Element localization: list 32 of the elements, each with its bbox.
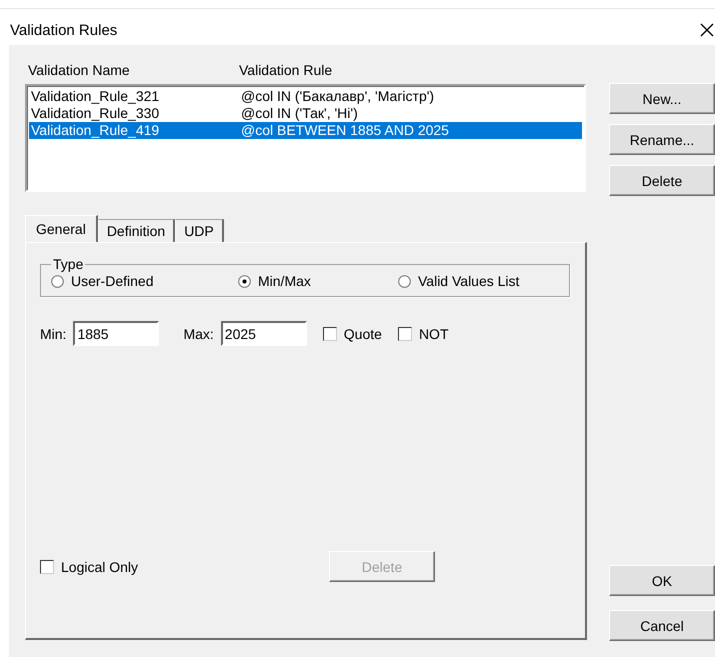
checkbox-label: Logical Only xyxy=(61,558,138,574)
side-button[interactable]: New... xyxy=(609,83,715,114)
checkbox[interactable] xyxy=(322,326,337,340)
radio-label: Min/Max xyxy=(258,273,311,289)
side-button[interactable]: Delete xyxy=(609,165,715,196)
column-header: Validation Name xyxy=(27,62,131,78)
side-button[interactable]: Rename... xyxy=(609,124,715,155)
field-label: Max: xyxy=(183,326,214,342)
field-label: Min: xyxy=(40,326,66,342)
window-title: Validation Rules xyxy=(10,22,118,38)
group-label: Type xyxy=(52,257,84,271)
radio-button[interactable] xyxy=(238,274,251,288)
dialog-button[interactable]: Cancel xyxy=(609,610,715,641)
tab[interactable]: Definition xyxy=(98,219,176,242)
list-row[interactable]: Validation_Rule_330 @col IN ('Так', 'Ні') xyxy=(29,105,582,122)
checkbox[interactable] xyxy=(398,326,412,340)
list-row[interactable]: Validation_Rule_419 @col BETWEEN 1885 AND 2025 xyxy=(29,122,582,139)
checkbox-label: Quote xyxy=(344,326,382,342)
radio-label: User-Defined xyxy=(71,273,154,289)
radio-button[interactable] xyxy=(398,274,411,288)
checkbox[interactable] xyxy=(40,560,54,574)
tab[interactable]: General xyxy=(25,215,98,242)
radio-button[interactable] xyxy=(51,274,64,288)
list-row[interactable]: Validation_Rule_321 @col IN ('Бакалавр', 'Магістр') xyxy=(29,88,582,105)
max-field[interactable]: 2025 xyxy=(220,321,307,346)
close-icon[interactable] xyxy=(700,23,714,37)
dialog-button[interactable]: OK xyxy=(609,565,715,596)
min-field[interactable]: 1885 xyxy=(73,321,160,346)
column-header: Validation Rule xyxy=(239,62,332,78)
radio-label: Valid Values List xyxy=(418,273,520,289)
checkbox-label: NOT xyxy=(418,326,448,342)
tab[interactable]: UDP xyxy=(175,219,224,242)
